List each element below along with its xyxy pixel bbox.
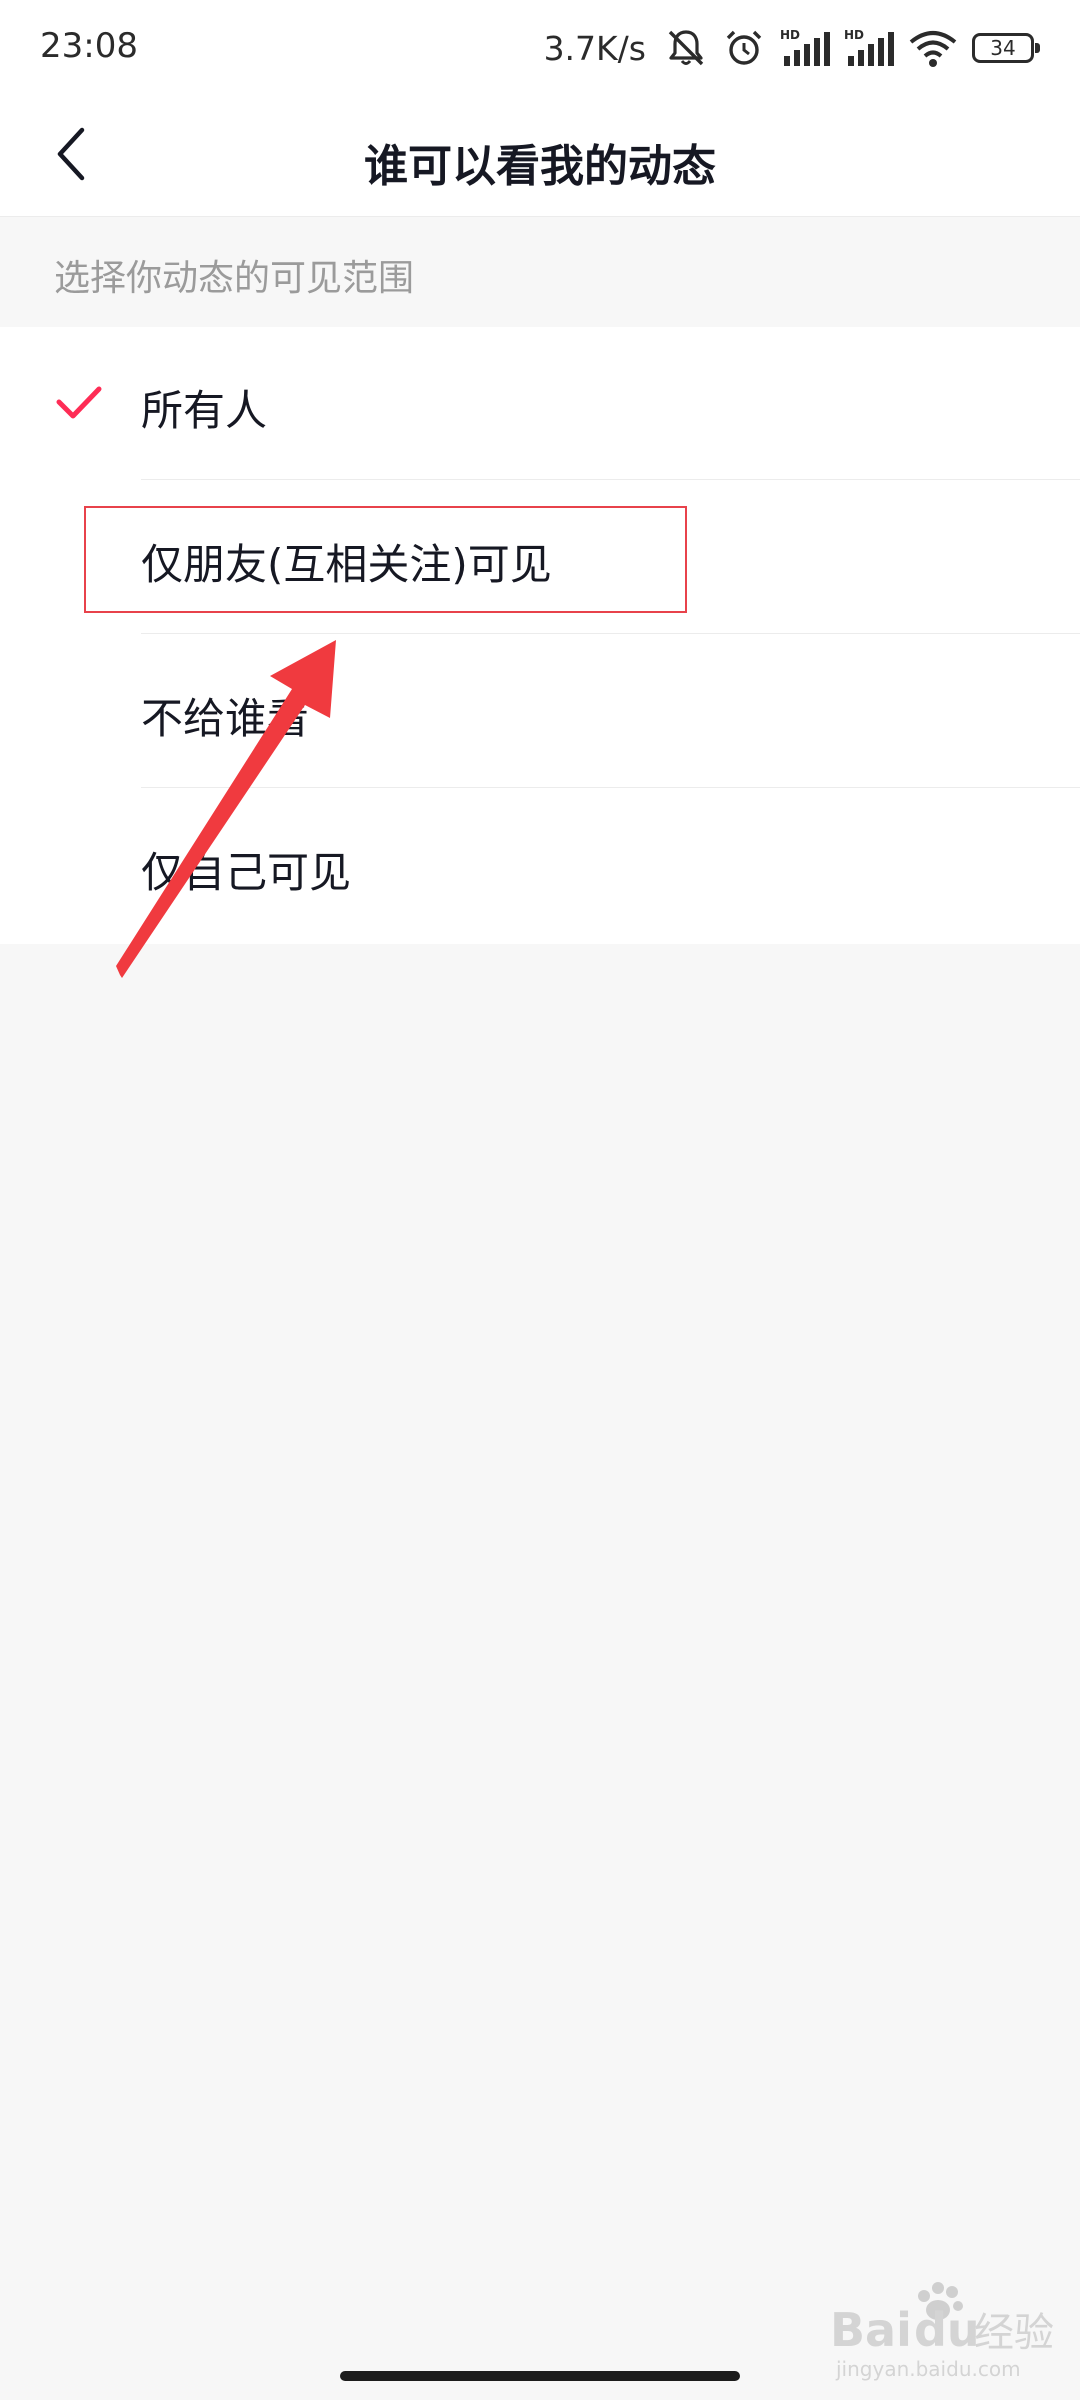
- watermark-label: 经验: [974, 2310, 1054, 2356]
- baidu-jingyan-watermark: Bai du 经验 jingyan.baidu.com: [830, 2282, 1054, 2381]
- watermark-url: jingyan.baidu.com: [835, 2357, 1021, 2381]
- annotation-arrow: [116, 640, 336, 978]
- home-indicator[interactable]: [340, 2371, 740, 2381]
- watermark-brand-2: du: [914, 2303, 980, 2357]
- watermark-brand: Bai: [830, 2303, 912, 2357]
